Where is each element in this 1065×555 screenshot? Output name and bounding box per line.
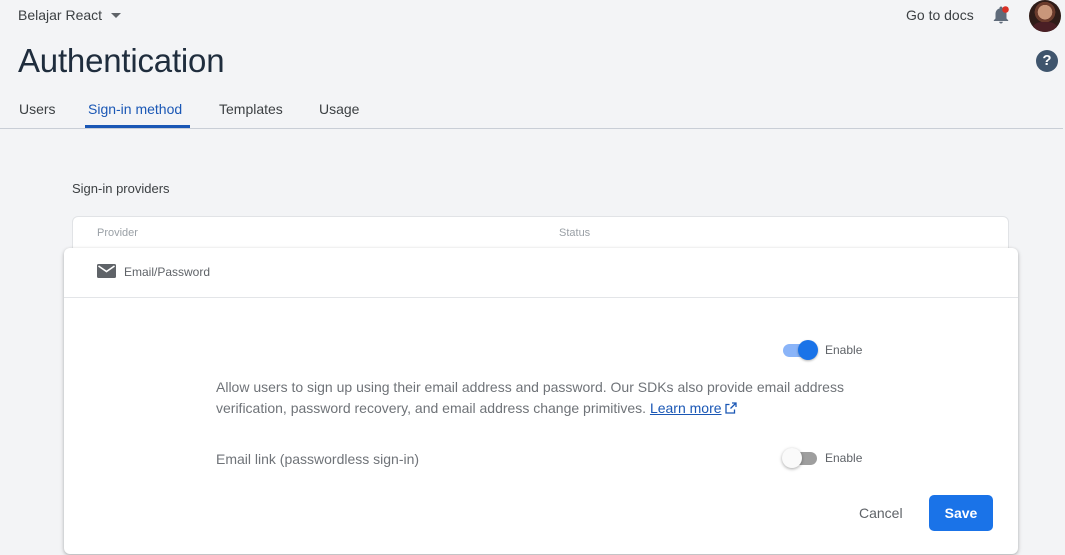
help-icon[interactable]: ? <box>1036 50 1058 72</box>
external-link-icon <box>724 399 737 414</box>
enable-label: Enable <box>825 343 863 357</box>
notifications-bell-icon[interactable] <box>991 5 1011 25</box>
top-bar: Belajar React Go to docs <box>0 0 1065 32</box>
project-selector[interactable]: Belajar React <box>18 7 122 23</box>
column-header-provider: Provider <box>97 227 138 239</box>
go-to-docs-link[interactable]: Go to docs <box>906 7 974 23</box>
email-link-label: Email link (passwordless sign-in) <box>216 451 420 467</box>
email-password-enable-toggle[interactable] <box>782 340 818 360</box>
tab-sign-in-method[interactable]: Sign-in method <box>88 101 182 117</box>
description: Allow users to sign up using their email… <box>216 379 844 416</box>
active-tab-indicator <box>85 125 190 128</box>
project-name: Belajar React <box>18 7 103 23</box>
email-password-panel: Email/Password Enable Allow users to sig… <box>64 248 1018 554</box>
tab-bar: Users Sign-in method Templates Usage <box>0 96 1063 129</box>
tab-users[interactable]: Users <box>19 101 56 117</box>
user-avatar[interactable] <box>1029 0 1061 32</box>
page-title: Authentication <box>18 42 225 79</box>
cancel-button[interactable]: Cancel <box>854 503 908 523</box>
provider-name: Email/Password <box>124 265 211 279</box>
mail-icon <box>97 264 116 278</box>
description-text: Allow users to sign up using their email… <box>216 377 866 419</box>
learn-more-link[interactable]: Learn more <box>650 400 737 416</box>
email-link-enable-label: Enable <box>825 451 863 465</box>
email-link-enable-toggle[interactable] <box>782 448 818 468</box>
tab-usage[interactable]: Usage <box>319 101 359 117</box>
column-header-status: Status <box>559 227 591 239</box>
section-title: Sign-in providers <box>72 181 170 196</box>
caret-down-icon <box>111 12 122 18</box>
save-button[interactable]: Save <box>929 495 993 531</box>
panel-header: Email/Password <box>64 248 1018 298</box>
tab-templates[interactable]: Templates <box>219 101 283 117</box>
